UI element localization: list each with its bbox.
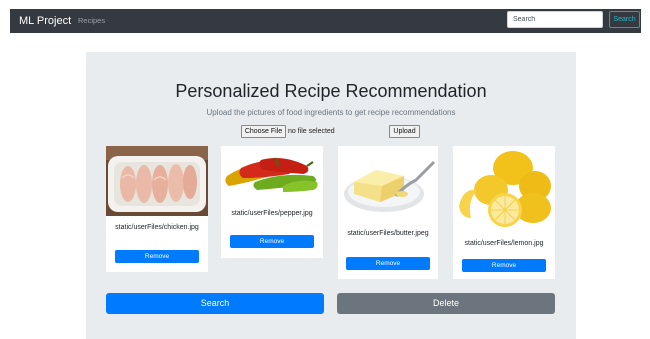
ingredient-card-butter: static/userFiles/butter.jpeg Remove bbox=[338, 146, 438, 279]
lemon-photo bbox=[453, 146, 555, 231]
chicken-photo bbox=[106, 146, 208, 216]
page-subtitle: Upload the pictures of food ingredients … bbox=[206, 108, 456, 117]
remove-button[interactable]: Remove bbox=[115, 250, 199, 263]
search-input[interactable] bbox=[507, 11, 603, 28]
navbar-bar: ML Project Recipes Search bbox=[10, 9, 641, 33]
card-filename: static/userFiles/chicken.jpg bbox=[115, 224, 199, 231]
remove-button[interactable]: Remove bbox=[230, 235, 314, 248]
choose-file-button[interactable]: Choose File bbox=[241, 125, 286, 138]
remove-button[interactable]: Remove bbox=[346, 257, 430, 270]
brand-link[interactable]: ML Project bbox=[19, 14, 71, 28]
ingredient-card-lemon: static/userFiles/lemon.jpg Remove bbox=[453, 146, 555, 279]
pepper-photo bbox=[221, 146, 323, 201]
delete-button[interactable]: Delete bbox=[337, 293, 555, 314]
upload-button[interactable]: Upload bbox=[389, 125, 420, 138]
ingredient-card-pepper: static/userFiles/pepper.jpg Remove bbox=[221, 146, 323, 258]
navbar-search-button[interactable]: Search bbox=[609, 11, 640, 28]
card-filename: static/userFiles/butter.jpeg bbox=[347, 230, 429, 237]
card-filename: static/userFiles/pepper.jpg bbox=[231, 210, 313, 217]
nav-link-recipes[interactable]: Recipes bbox=[78, 16, 105, 26]
butter-photo bbox=[338, 146, 438, 221]
ingredient-card-chicken: static/userFiles/chicken.jpg Remove bbox=[106, 146, 208, 272]
page-title: Personalized Recipe Recommendation bbox=[175, 81, 487, 101]
search-button[interactable]: Search bbox=[106, 293, 324, 314]
navbar: ML Project Recipes Search bbox=[0, 0, 650, 42]
remove-button[interactable]: Remove bbox=[462, 259, 546, 272]
file-status-text: no file selected bbox=[288, 128, 335, 135]
card-filename: static/userFiles/lemon.jpg bbox=[464, 240, 544, 247]
recipe-panel: Personalized Recipe Recommendation Uploa… bbox=[86, 52, 576, 339]
